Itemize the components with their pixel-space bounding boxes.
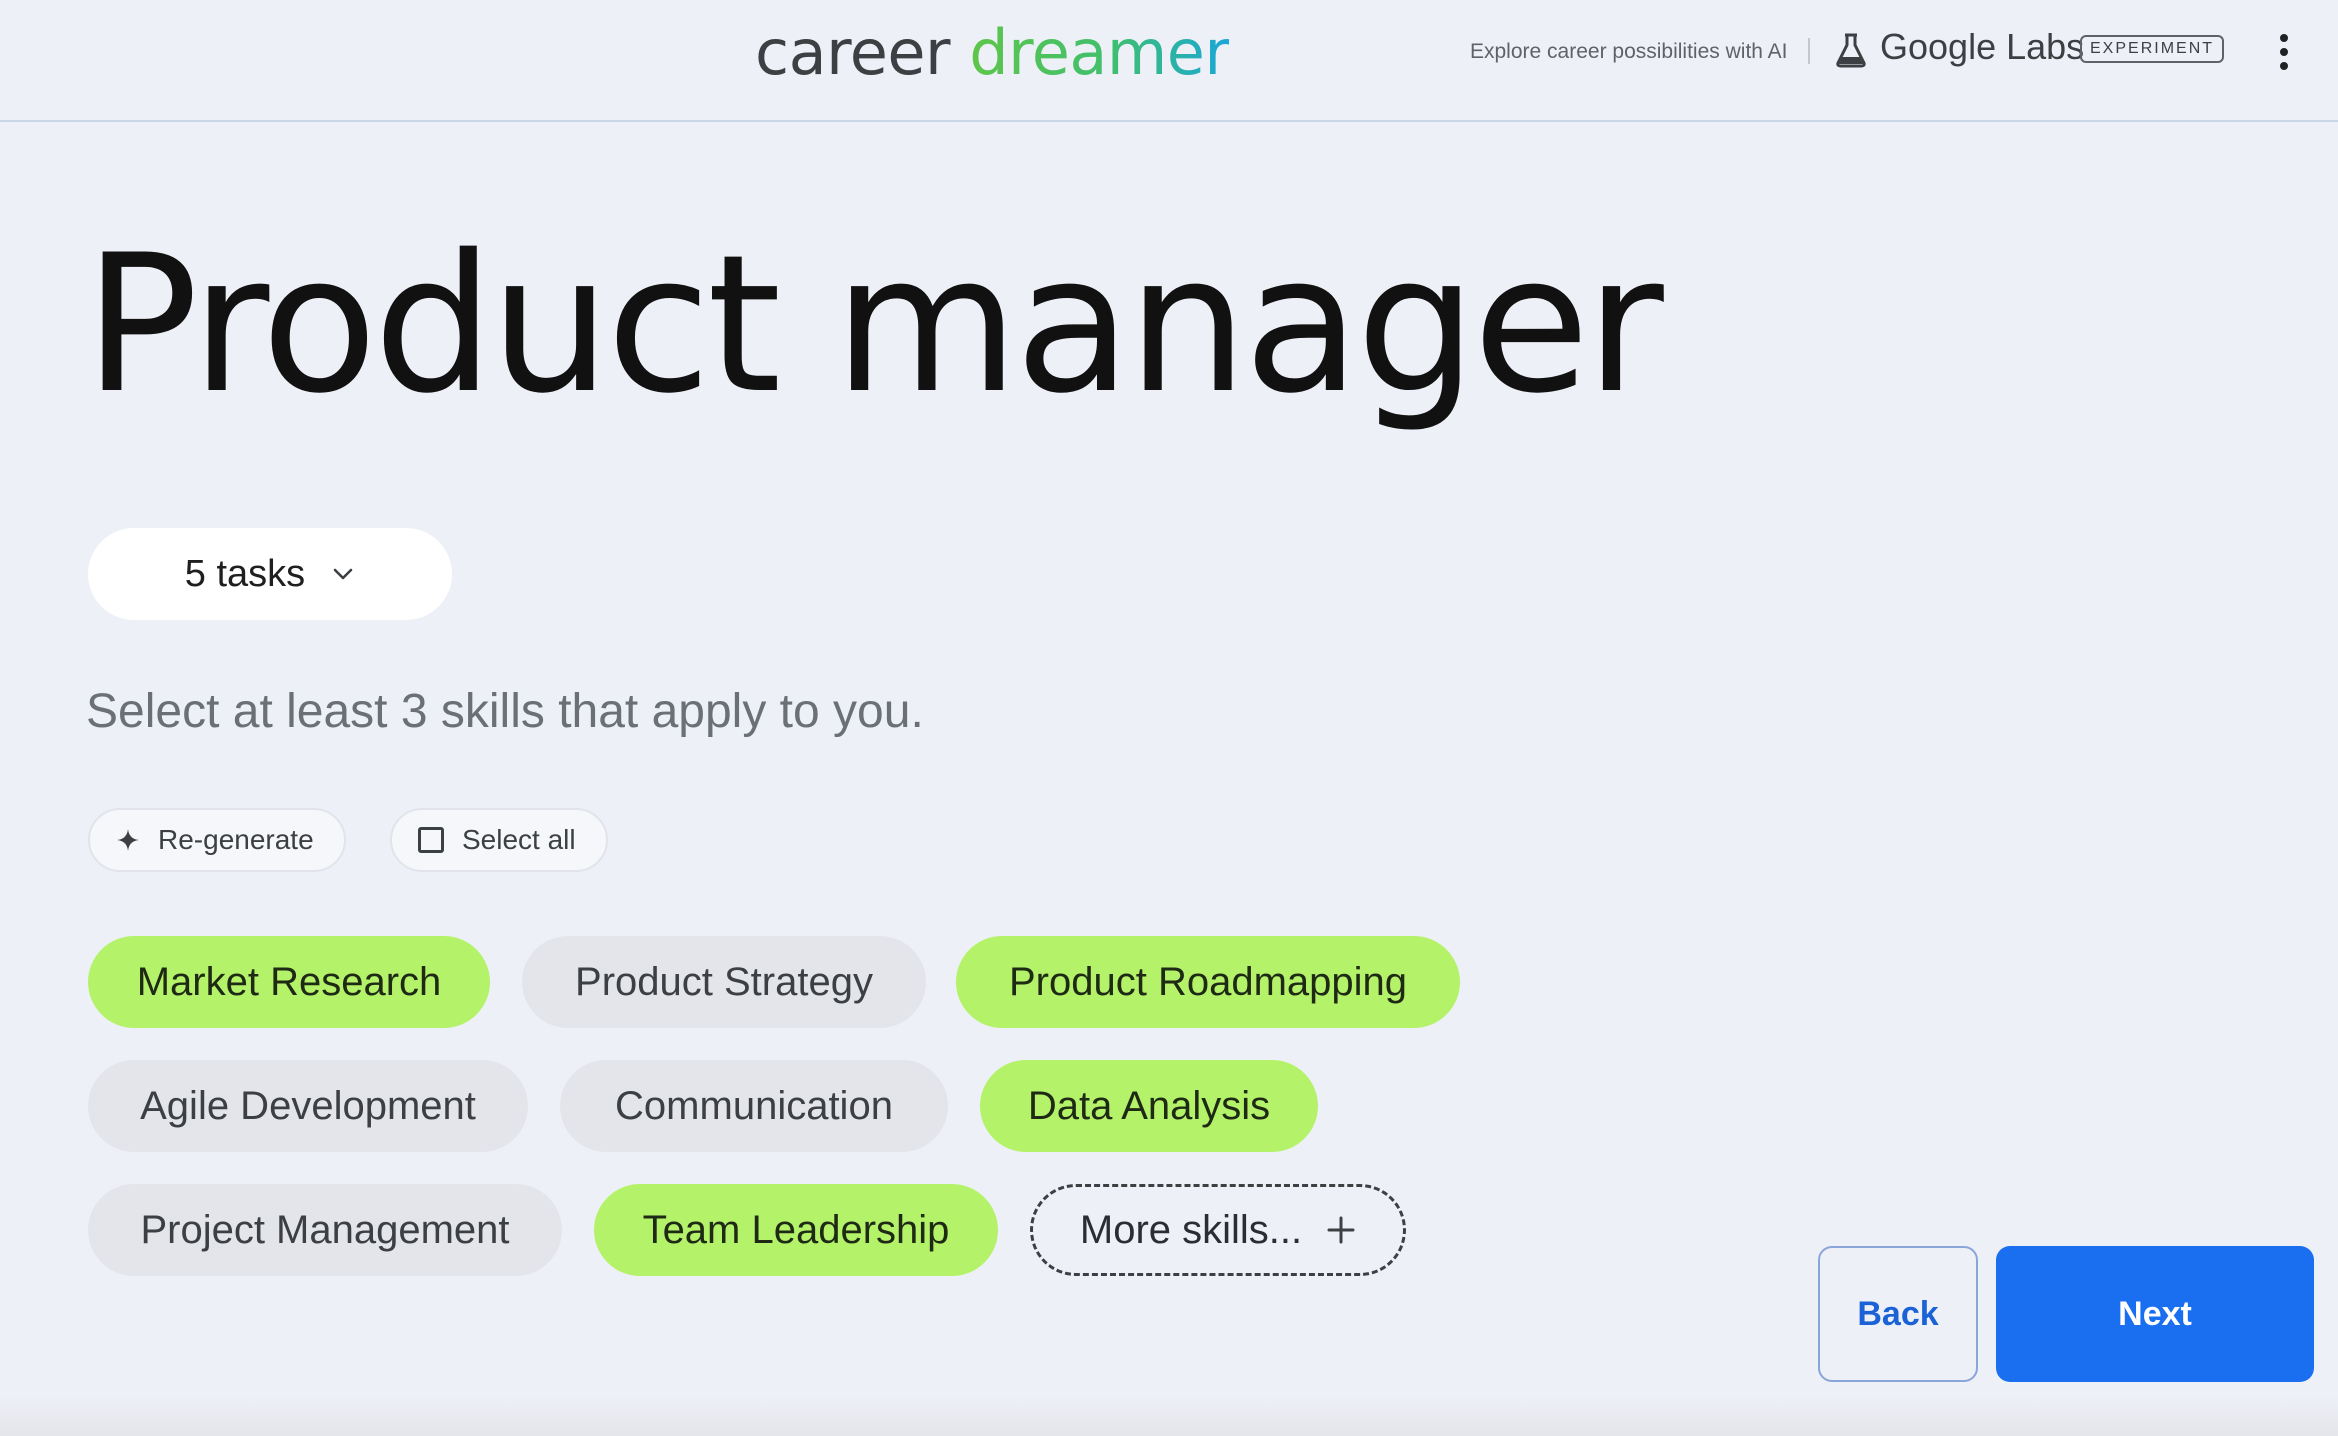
skill-chip-data-analysis[interactable]: Data Analysis <box>980 1060 1318 1152</box>
skill-chip-agile-development[interactable]: Agile Development <box>88 1060 528 1152</box>
brand-dreamer: dreamer <box>969 16 1230 89</box>
brand-career: career <box>755 16 951 89</box>
menu-dot <box>2280 62 2288 70</box>
more-skills-label: More skills... <box>1079 1207 1303 1252</box>
sparkle-icon <box>117 829 139 851</box>
more-vert-icon[interactable] <box>2268 28 2300 76</box>
skill-chip-product-roadmapping[interactable]: Product Roadmapping <box>956 936 1460 1028</box>
tagline: Explore career possibilities with AI <box>1470 40 1788 63</box>
bottom-shadow <box>0 1396 2338 1436</box>
google-labs-label: Google Labs <box>1880 26 2085 67</box>
menu-dot <box>2280 48 2288 56</box>
experiment-badge: EXPERIMENT <box>2080 35 2225 63</box>
tasks-dropdown-label: 5 tasks <box>184 552 306 595</box>
flask-icon <box>1836 33 1866 68</box>
back-button[interactable]: Back <box>1818 1246 1978 1382</box>
skill-chip-communication[interactable]: Communication <box>560 1060 948 1152</box>
header-divider <box>1808 38 1810 64</box>
top-bar: career dreamer Explore career possibilit… <box>0 0 2338 122</box>
chevron-down-icon <box>333 568 353 580</box>
regenerate-button[interactable]: Re-generate <box>88 808 346 872</box>
more-skills-button[interactable]: More skills... <box>1030 1184 1406 1276</box>
skill-chip-team-leadership[interactable]: Team Leadership <box>594 1184 998 1276</box>
select-all-label: Select all <box>462 824 576 855</box>
regenerate-label: Re-generate <box>158 824 314 855</box>
plus-icon <box>1327 1216 1355 1244</box>
skill-chip-project-management[interactable]: Project Management <box>88 1184 562 1276</box>
checkbox-icon[interactable] <box>418 827 444 853</box>
next-button[interactable]: Next <box>1996 1246 2314 1382</box>
page-title: Product manager <box>84 214 1664 435</box>
select-all-button[interactable]: Select all <box>390 808 608 872</box>
tasks-dropdown[interactable]: 5 tasks <box>88 528 452 620</box>
instruction-text: Select at least 3 skills that apply to y… <box>86 685 924 738</box>
app-logo[interactable]: career dreamer <box>755 16 1230 89</box>
menu-dot <box>2280 34 2288 42</box>
skill-chip-market-research[interactable]: Market Research <box>88 936 490 1028</box>
skill-chip-product-strategy[interactable]: Product Strategy <box>522 936 926 1028</box>
